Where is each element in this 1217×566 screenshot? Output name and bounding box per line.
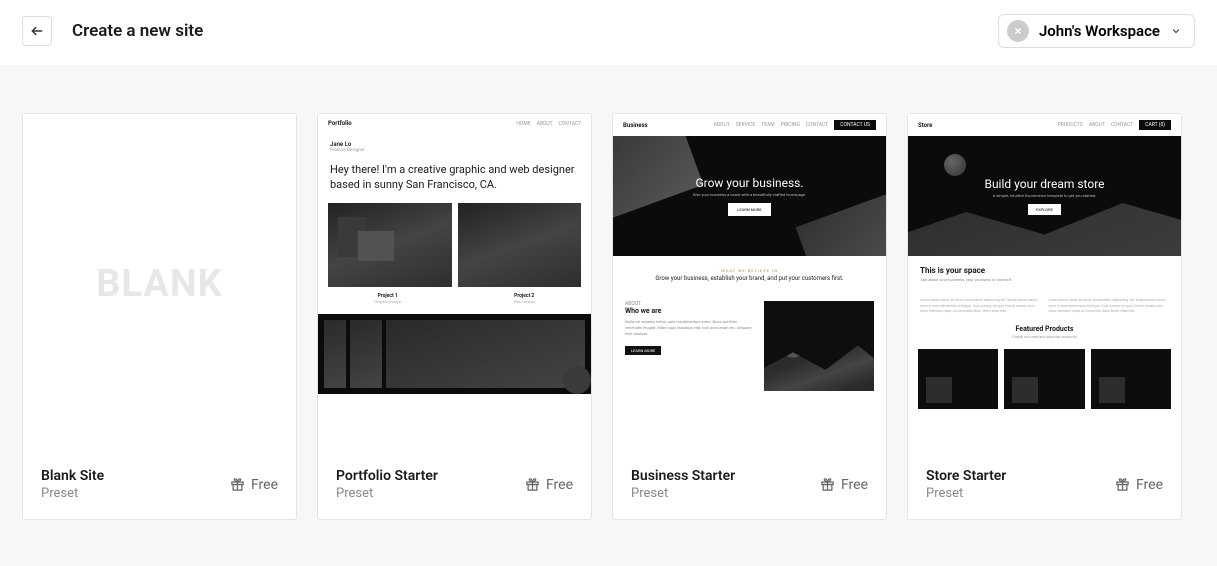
mini-project-caption: Project 1Graphic Design [374, 293, 401, 304]
price-label: Free [546, 477, 573, 493]
gift-icon [230, 477, 245, 492]
template-card-store[interactable]: Store PRODUCTSABOUTCONTACT CART (0) Buil… [907, 113, 1182, 520]
template-price: Free [1115, 468, 1163, 501]
topbar: Create a new site John's Workspace [0, 0, 1217, 67]
workspace-name: John's Workspace [1039, 22, 1160, 40]
gift-icon [1115, 477, 1130, 492]
back-button[interactable] [22, 16, 52, 46]
workspace-avatar [1007, 20, 1029, 42]
arrow-left-icon [30, 24, 44, 38]
mini-brand: Store [918, 122, 932, 129]
mini-hero: Build your dream store A simple, intuiti… [908, 136, 1181, 256]
mini-section: This is your space Talk about your busin… [908, 256, 1181, 292]
mini-columns: Lorem ipsum dolor sit amet, consectetur … [908, 292, 1181, 315]
price-label: Free [841, 477, 868, 493]
mini-products [908, 343, 1181, 409]
template-title: Store Starter [926, 468, 1006, 484]
template-subtitle: Preset [336, 486, 438, 501]
template-price: Free [820, 468, 868, 501]
price-label: Free [251, 477, 278, 493]
mini-hero-cta: LEARN MORE [728, 203, 770, 216]
card-footer: Store Starter Preset Free [908, 454, 1181, 519]
blank-label: BLANK [23, 114, 296, 454]
template-title: Portfolio Starter [336, 468, 438, 484]
gift-icon [820, 477, 835, 492]
template-price: Free [230, 468, 278, 501]
mini-brand: Business [623, 122, 648, 129]
mini-hero-sub: A simple, intuitive Ecommerce template t… [993, 193, 1097, 198]
mini-author: Jane Lo [330, 141, 579, 148]
template-subtitle: Preset [631, 486, 735, 501]
mini-nav: ABOUTSERVICETEAMPRICINGCONTACT [714, 122, 829, 128]
template-title: Business Starter [631, 468, 735, 484]
mini-project-image [328, 203, 452, 287]
template-card-portfolio[interactable]: Portfolio HOMEABOUTCONTACT Jane Lo Produ… [317, 113, 592, 520]
card-footer: Blank Site Preset Free [23, 454, 296, 519]
mini-hero-cta: EXPLORE [1028, 204, 1061, 215]
template-title: Blank Site [41, 468, 104, 484]
mini-image [764, 301, 874, 391]
mini-mid: WHAT WE BELIEVE IN Grow your business, e… [613, 256, 886, 295]
mini-nav-cta: CART (0) [1139, 120, 1171, 130]
mini-project-image [458, 203, 582, 287]
mini-who: ABOUT Who we are Nulla vel sodales tellu… [613, 295, 886, 391]
mini-hero-title: Build your dream store [984, 177, 1104, 191]
topbar-left: Create a new site [22, 16, 203, 46]
workspace-selector[interactable]: John's Workspace [998, 14, 1195, 48]
price-label: Free [1136, 477, 1163, 493]
mini-featured: Featured Products Check out new and popu… [908, 315, 1181, 343]
chevron-down-icon [1170, 25, 1182, 37]
template-subtitle: Preset [41, 486, 104, 501]
mini-hero-sub: Give your business a boost with a beauti… [693, 192, 806, 197]
mini-strip [318, 314, 591, 394]
template-preview: Business ABOUTSERVICETEAMPRICINGCONTACT … [613, 114, 886, 454]
template-preview: Portfolio HOMEABOUTCONTACT Jane Lo Produ… [318, 114, 591, 454]
mini-nav-cta: CONTACT US [834, 120, 876, 130]
gift-icon [525, 477, 540, 492]
template-card-business[interactable]: Business ABOUTSERVICETEAMPRICINGCONTACT … [612, 113, 887, 520]
mini-nav: PRODUCTSABOUTCONTACT [1057, 122, 1133, 128]
template-price: Free [525, 468, 573, 501]
mini-headline: Hey there! I'm a creative graphic and we… [318, 159, 591, 203]
template-preview: BLANK [23, 114, 296, 454]
moon-icon [944, 154, 966, 176]
mini-project-caption: Project 2Web Design [514, 293, 535, 304]
mini-brand: Portfolio [328, 120, 352, 127]
template-preview: Store PRODUCTSABOUTCONTACT CART (0) Buil… [908, 114, 1181, 454]
card-footer: Portfolio Starter Preset Free [318, 454, 591, 519]
page-title: Create a new site [72, 21, 203, 41]
template-gallery: BLANK Blank Site Preset Free Portfolio H… [0, 67, 1217, 566]
mini-hero-title: Grow your business. [695, 176, 803, 190]
template-card-blank[interactable]: BLANK Blank Site Preset Free [22, 113, 297, 520]
template-subtitle: Preset [926, 486, 1006, 501]
mini-hero: Grow your business. Give your business a… [613, 136, 886, 256]
mini-nav: HOMEABOUTCONTACT [516, 121, 581, 127]
card-footer: Business Starter Preset Free [613, 454, 886, 519]
mini-role: Product Designer [330, 148, 579, 153]
x-circle-icon [1011, 24, 1025, 38]
